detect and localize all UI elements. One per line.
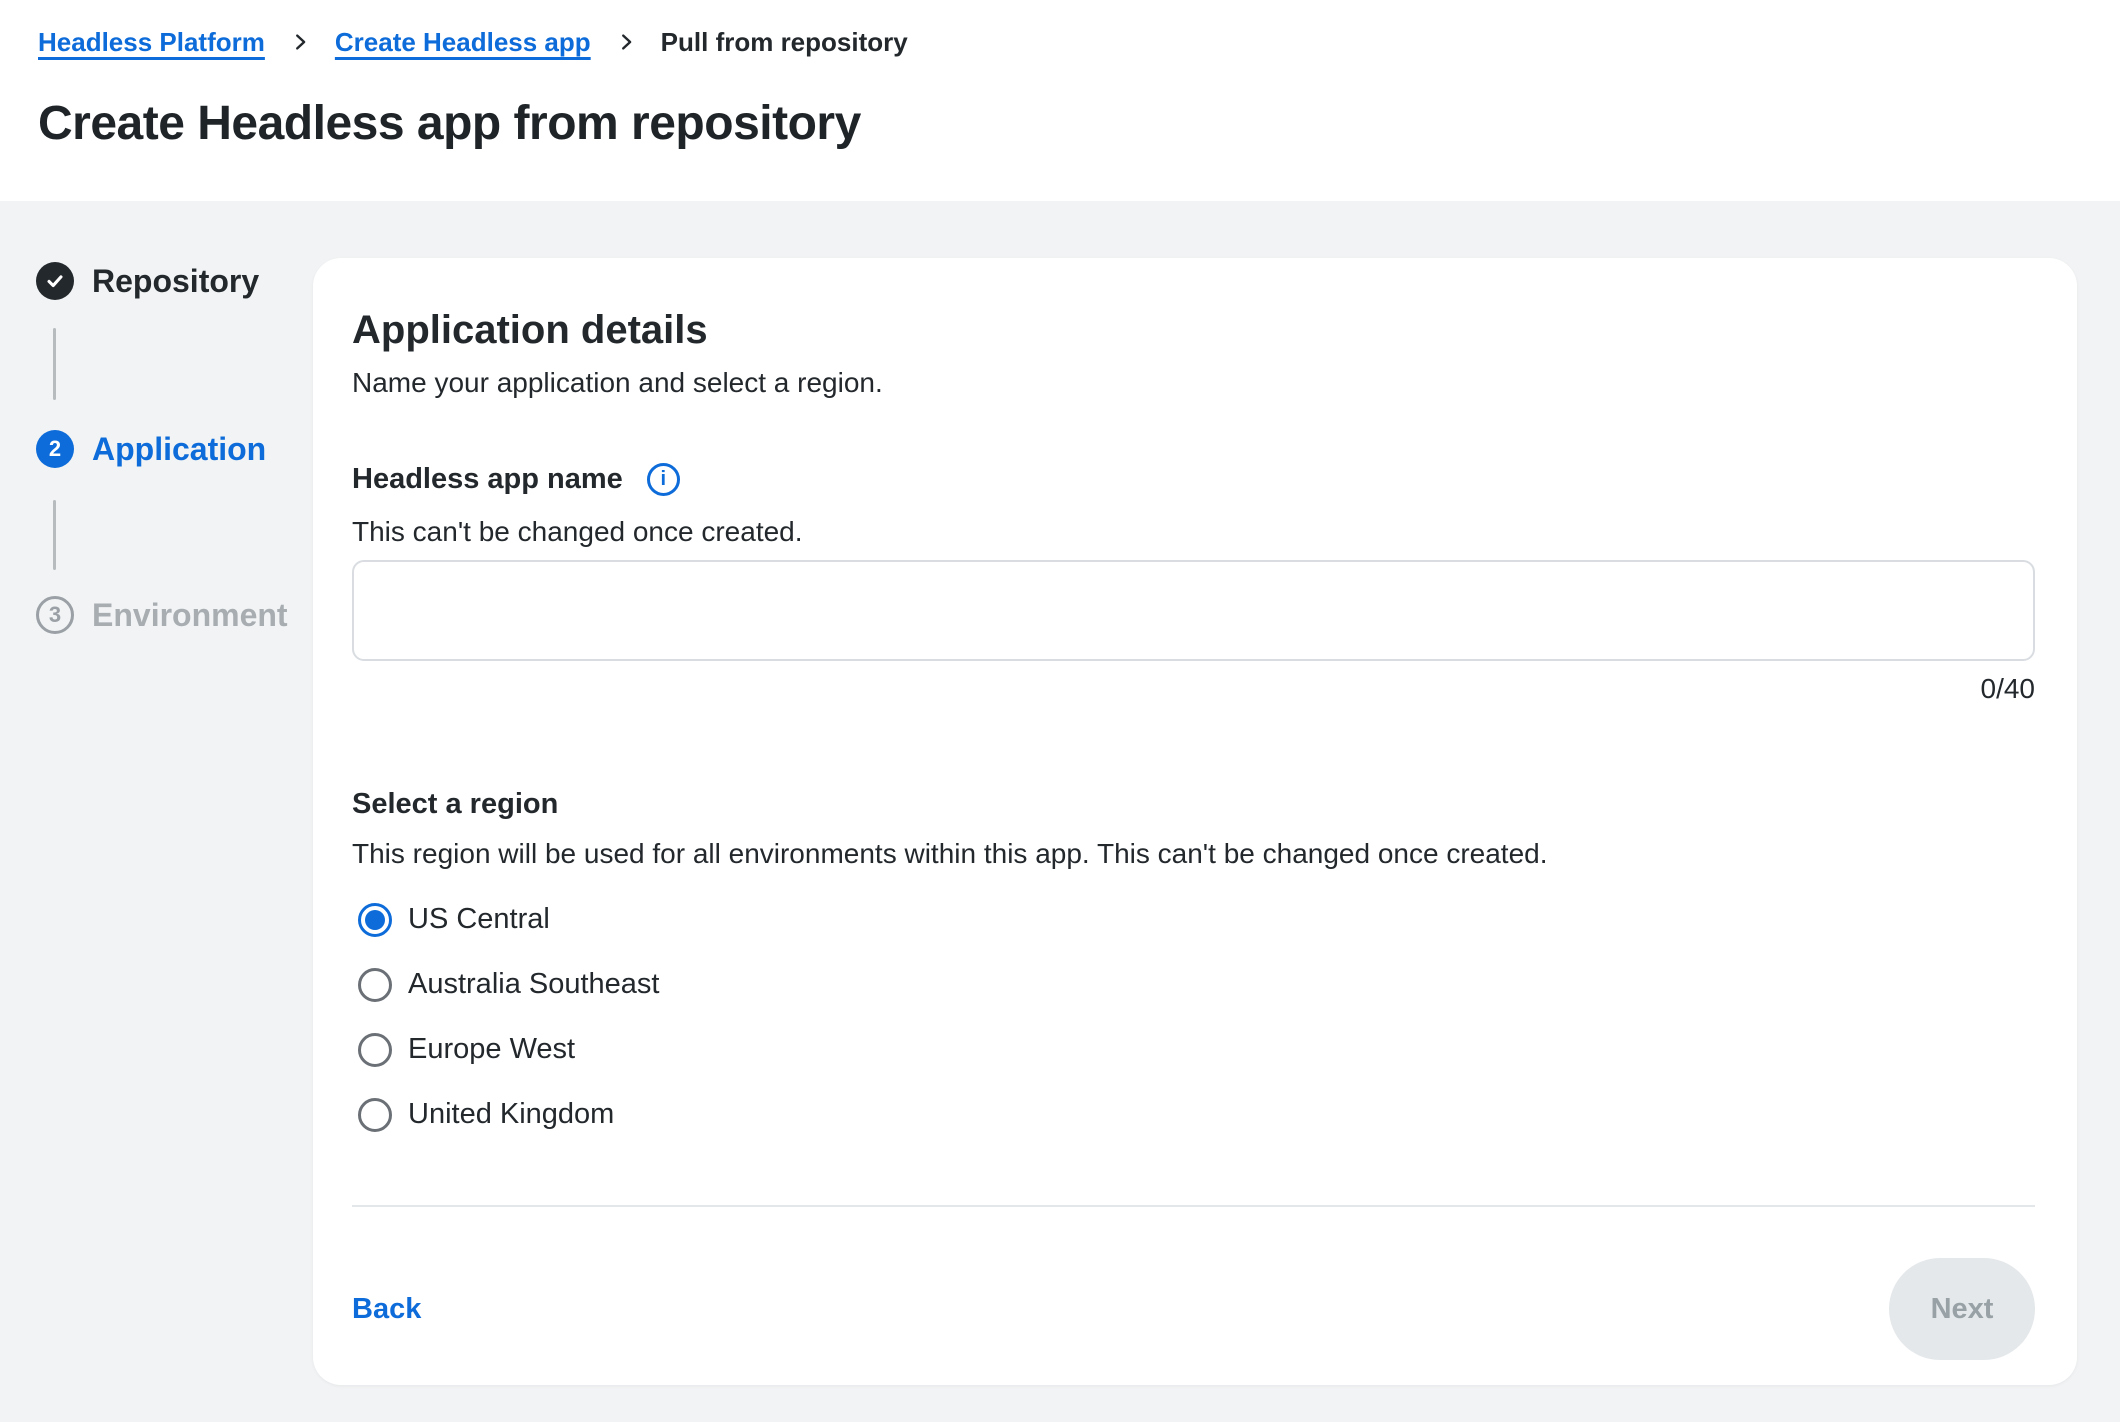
region-option-label: US Central xyxy=(408,903,550,936)
region-option-united-kingdom[interactable]: United Kingdom xyxy=(358,1097,2035,1132)
chevron-right-icon xyxy=(615,31,637,53)
app-name-input[interactable] xyxy=(352,560,2035,661)
back-button[interactable]: Back xyxy=(352,1293,421,1326)
step-number-indicator: 3 xyxy=(36,596,74,634)
card-subtitle: Name your application and select a regio… xyxy=(352,364,2035,402)
breadcrumb-create-headless-app[interactable]: Create Headless app xyxy=(335,27,591,58)
region-option-label: United Kingdom xyxy=(408,1098,614,1131)
card-footer: Back Next xyxy=(352,1207,2035,1411)
top-header: Headless Platform Create Headless app Pu… xyxy=(0,0,2120,201)
check-icon xyxy=(44,270,66,292)
next-button[interactable]: Next xyxy=(1889,1258,2035,1360)
region-radio[interactable] xyxy=(358,1098,392,1132)
region-option-australia-southeast[interactable]: Australia Southeast xyxy=(358,967,2035,1002)
step-label-application: Application xyxy=(92,431,266,468)
char-counter: 0/40 xyxy=(352,675,2035,703)
app-name-helper: This can't be changed once created. xyxy=(352,514,2035,550)
region-option-label: Europe West xyxy=(408,1033,575,1066)
region-radio[interactable] xyxy=(358,1033,392,1067)
info-icon[interactable]: i xyxy=(647,463,680,496)
region-option-label: Australia Southeast xyxy=(408,968,659,1001)
region-radio[interactable] xyxy=(358,968,392,1002)
page-title: Create Headless app from repository xyxy=(38,96,2080,152)
region-helper: This region will be used for all environ… xyxy=(352,836,2035,872)
app-name-label: Headless app name xyxy=(352,463,623,496)
card-title: Application details xyxy=(352,306,2035,354)
region-radio[interactable] xyxy=(358,903,392,937)
chevron-right-icon xyxy=(289,31,311,53)
region-radio-group: US Central Australia Southeast Europe We… xyxy=(352,902,2035,1132)
step-number-indicator: 2 xyxy=(36,430,74,468)
stepper-step-environment: 3 Environment xyxy=(36,596,288,634)
content-area: Repository 2 Application 3 Environment A… xyxy=(0,201,2120,1422)
breadcrumb-headless-platform[interactable]: Headless Platform xyxy=(38,27,265,58)
breadcrumb-current: Pull from repository xyxy=(661,27,908,58)
stepper-connector xyxy=(53,328,56,400)
region-option-europe-west[interactable]: Europe West xyxy=(358,1032,2035,1067)
application-details-card: Application details Name your applicatio… xyxy=(313,258,2077,1385)
step-complete-indicator xyxy=(36,262,74,300)
breadcrumb: Headless Platform Create Headless app Pu… xyxy=(38,26,2080,58)
stepper-step-repository[interactable]: Repository xyxy=(36,262,259,300)
region-option-us-central[interactable]: US Central xyxy=(358,902,2035,937)
step-label-environment: Environment xyxy=(92,597,288,634)
region-section-label: Select a region xyxy=(352,787,2035,821)
step-label-repository: Repository xyxy=(92,263,259,300)
stepper-connector xyxy=(53,500,56,570)
stepper-step-application[interactable]: 2 Application xyxy=(36,430,266,468)
